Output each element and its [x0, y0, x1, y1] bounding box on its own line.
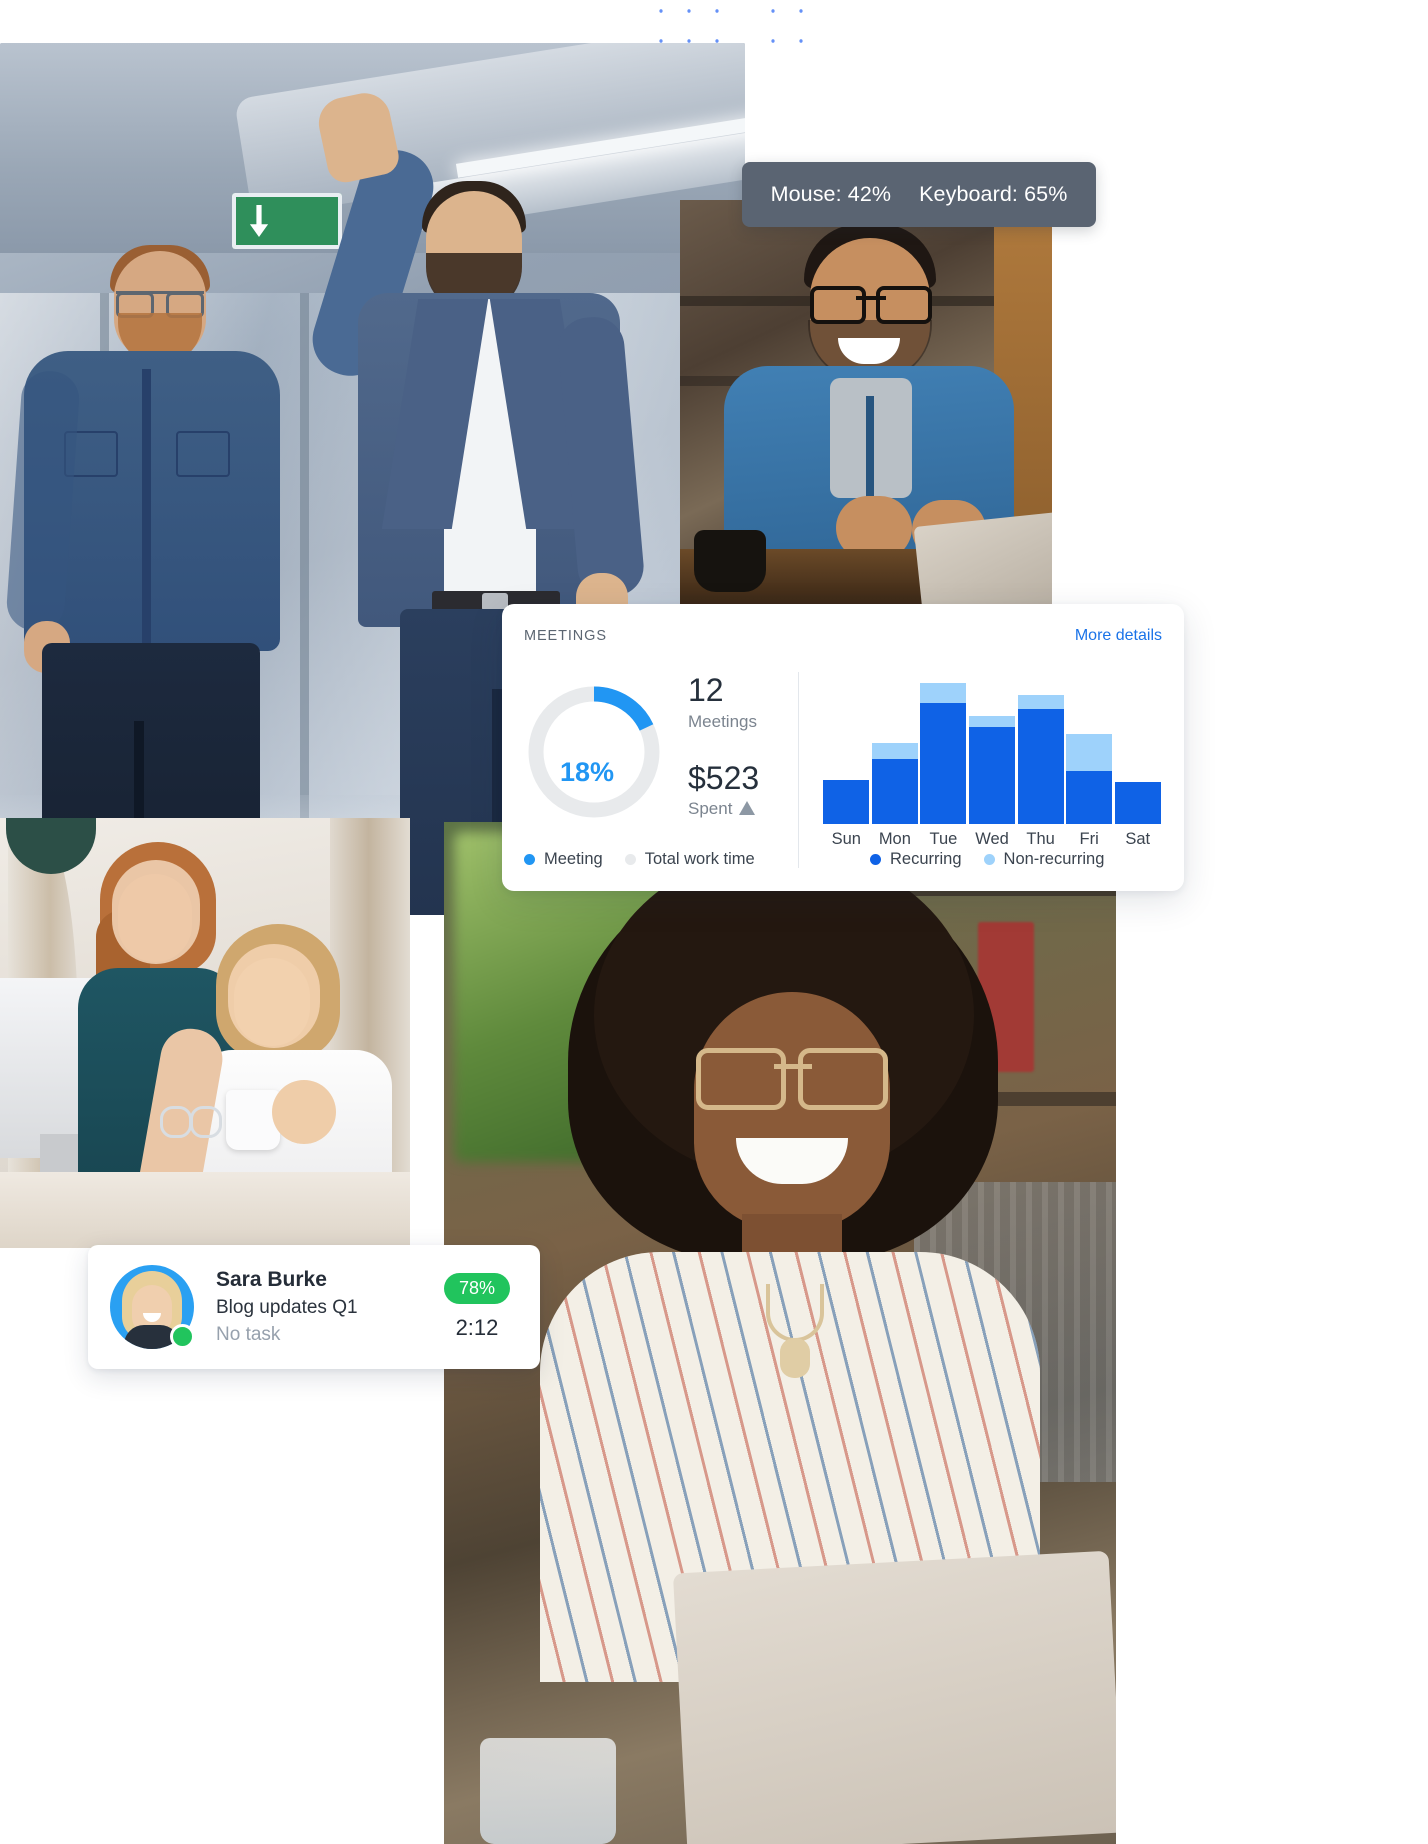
stacked-bar [920, 683, 967, 824]
stacked-bar [1066, 734, 1113, 824]
progress-badge: 78% [443, 1273, 510, 1304]
stacked-bar [871, 743, 918, 824]
bar-chart-x-axis-labels: Sun Mon Tue Wed Thu Fri Sat [822, 830, 1162, 849]
task-subtitle: No task [216, 1324, 281, 1345]
legend-item-total-work-time: Total work time [624, 850, 755, 869]
photo-man-at-laptop [680, 200, 1052, 605]
kpi-spent-label-row: Spent [688, 799, 759, 819]
bar-column [1016, 674, 1065, 824]
bar-column [871, 674, 920, 824]
bar-x-label: Tue [929, 830, 958, 848]
bar-x-label: Fri [1079, 830, 1099, 848]
more-details-link[interactable]: More details [1075, 627, 1162, 645]
stacked-bar [969, 715, 1016, 824]
bar-column [968, 674, 1017, 824]
task-time: 2:12 [455, 1315, 499, 1340]
meetings-donut-chart: 18% [524, 682, 664, 822]
legend-label-recurring: Recurring [890, 850, 962, 868]
bar-x-label: Wed [975, 830, 1009, 848]
task-info: Sara Burke Blog updates Q1 No task [216, 1268, 444, 1346]
bar-chart-bars [822, 674, 1162, 824]
task-title: Blog updates Q1 [216, 1297, 358, 1318]
bar-segment-non-recurring [920, 683, 967, 703]
avatar-wrapper [110, 1265, 195, 1349]
bar-segment-non-recurring [871, 743, 918, 760]
bar-segment-recurring [1017, 708, 1064, 824]
bar-column [919, 674, 968, 824]
bar-column [1065, 674, 1114, 824]
mouse-activity-label: Mouse: 42% [770, 182, 892, 206]
meetings-kpi-group: 12 Meetings $523 Spent [688, 672, 760, 820]
bar-x-label: Thu [1026, 830, 1055, 848]
bar-x-label: Mon [878, 830, 911, 848]
bar-column [1113, 674, 1162, 824]
kpi-meetings-label: Meetings [688, 711, 757, 731]
meetings-card-header: MEETINGS More details [524, 624, 1162, 648]
stacked-bar [1017, 694, 1064, 824]
bar-segment-recurring [969, 727, 1016, 824]
legend-label-meeting: Meeting [544, 850, 603, 868]
kpi-meetings-value: 12 [688, 672, 724, 708]
legend-label-non-recurring: Non-recurring [1003, 850, 1105, 868]
legend-swatch-non-recurring [983, 854, 995, 865]
dot-pattern-decoration-secondary [757, 0, 817, 60]
meetings-card-title: MEETINGS [524, 628, 607, 644]
status-online-indicator [170, 1324, 195, 1349]
meetings-summary-panel: 18% 12 Meetings $523 Spent Meeting Total… [502, 660, 798, 891]
bar-x-label: Sun [831, 830, 861, 848]
legend-label-total-work-time: Total work time [644, 850, 755, 868]
bar-column [822, 674, 871, 824]
kpi-meetings: 12 Meetings [688, 672, 759, 732]
meetings-card-body: 18% 12 Meetings $523 Spent Meeting Total… [502, 660, 1184, 891]
bar-segment-non-recurring [1017, 694, 1064, 709]
bar-segment-recurring [1114, 782, 1161, 824]
page-root: Mouse: 42% Keyboard: 65% MEETINGS More d… [0, 0, 1428, 1844]
legend-item-non-recurring: Non-recurring [983, 850, 1105, 869]
legend-swatch-recurring [870, 854, 881, 865]
bar-segment-recurring [823, 780, 870, 824]
photo-two-women-at-desk [0, 818, 410, 1248]
task-metrics: 78% 2:12 [443, 1273, 510, 1341]
bar-segment-non-recurring [1066, 734, 1113, 771]
legend-item-recurring: Recurring [870, 850, 962, 869]
kpi-spent: $523 Spent [688, 759, 760, 820]
bar-segment-recurring [1066, 770, 1113, 824]
photo-woman-at-laptop [444, 822, 1116, 1844]
kpi-spent-value: $523 [688, 759, 760, 796]
warning-triangle-icon [739, 801, 756, 816]
meetings-bar-chart-panel: Sun Mon Tue Wed Thu Fri Sat Recurring Non-recu… [798, 660, 1184, 891]
bar-segment-non-recurring [969, 715, 1016, 728]
meetings-left-legend: Meeting Total work time [524, 850, 755, 869]
bar-segment-recurring [871, 759, 918, 824]
activity-tooltip: Mouse: 42% Keyboard: 65% [742, 162, 1096, 227]
legend-item-meeting: Meeting [524, 850, 603, 869]
donut-percent-label: 18% [559, 756, 615, 787]
meetings-right-legend: Recurring Non-recurring [870, 850, 1104, 869]
bar-segment-recurring [920, 702, 967, 824]
keyboard-activity-label: Keyboard: 65% [919, 182, 1068, 206]
stacked-bar [823, 780, 870, 824]
legend-swatch-meeting [524, 854, 535, 865]
user-task-card[interactable]: Sara Burke Blog updates Q1 No task 78% 2… [88, 1245, 540, 1369]
bar-x-label: Sat [1125, 830, 1151, 848]
legend-swatch-total-work-time [624, 854, 636, 865]
kpi-spent-label: Spent [688, 799, 733, 819]
stacked-bar [1114, 782, 1161, 824]
meetings-card: MEETINGS More details 18% 12 Meetings $5… [502, 604, 1184, 891]
user-name: Sara Burke [216, 1268, 327, 1291]
